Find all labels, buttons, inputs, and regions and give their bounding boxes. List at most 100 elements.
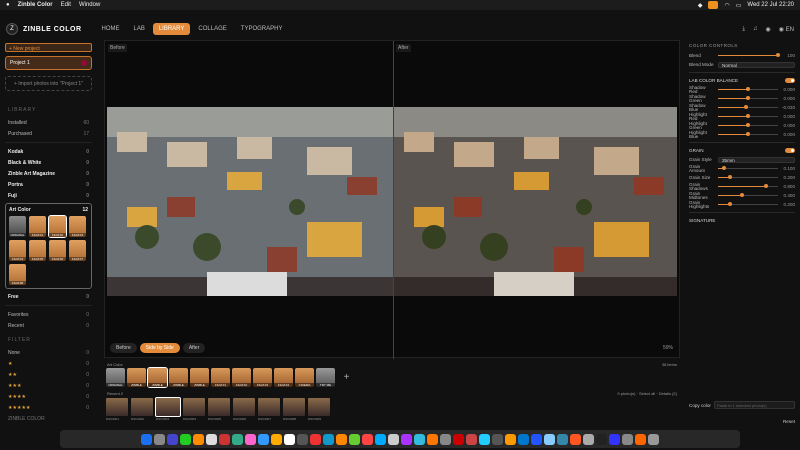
menu-app-name[interactable]: Zinble Color <box>18 2 53 8</box>
preset-item[interactable]: TRY ME <box>316 368 335 387</box>
photo-thumb[interactable]: DSC0003 <box>155 397 181 421</box>
project-card[interactable]: Project 1 <box>5 56 92 70</box>
grain-slider[interactable] <box>718 175 778 179</box>
preset-item[interactable]: ZINBLE <box>169 368 188 387</box>
dock-app-icon[interactable] <box>258 433 269 445</box>
details-link[interactable]: Details (2) <box>659 391 677 396</box>
dock-app-icon[interactable] <box>388 433 399 445</box>
preset-item[interactable]: CINEMA <box>295 368 314 387</box>
slider-knob[interactable] <box>744 105 749 109</box>
preset-thumb[interactable]: FILM 05 <box>29 240 46 261</box>
dock-app-icon[interactable] <box>440 433 451 445</box>
slider-knob[interactable] <box>746 96 750 100</box>
tab-library[interactable]: LIBRARY <box>152 23 191 35</box>
dock-app-icon[interactable] <box>505 433 516 445</box>
image-viewer[interactable]: Before After Before Side by Side After 5… <box>104 40 680 359</box>
preset-thumb[interactable]: FILM 08 <box>9 264 26 285</box>
lab-section-header[interactable]: LAB COLOR BALANCE <box>689 76 795 85</box>
dock-app-icon[interactable] <box>570 433 581 445</box>
project-menu-icon[interactable] <box>81 60 87 66</box>
dock-app-icon[interactable] <box>310 433 321 445</box>
photo-thumb[interactable]: DSC0009 <box>308 398 330 421</box>
paste-color-button[interactable]: Paste in 1 selected photo(s) <box>713 401 795 409</box>
preset-thumb[interactable]: ORIGINAL <box>9 216 26 237</box>
preset-item[interactable]: ZINBLE <box>127 368 146 387</box>
lab-slider[interactable] <box>718 114 778 118</box>
sidebar-group-kodak[interactable]: Kodak 0 <box>0 146 97 157</box>
battery-icon[interactable]: ▭ <box>736 2 742 9</box>
dock-app-icon[interactable] <box>466 433 477 445</box>
reset-button[interactable]: Reset <box>689 419 795 424</box>
dock-app-icon[interactable] <box>362 433 373 445</box>
photo-thumb[interactable]: DSC0006 <box>233 398 255 421</box>
menu-edit[interactable]: Edit <box>61 2 71 8</box>
dock-app-icon[interactable] <box>583 433 594 445</box>
slider-knob[interactable] <box>746 123 750 127</box>
apple-icon[interactable]: ● <box>6 2 10 8</box>
preset-item[interactable]: FILM 04 <box>274 368 293 387</box>
lab-slider[interactable] <box>718 105 778 109</box>
dock-app-icon[interactable] <box>622 433 633 445</box>
dock-app-icon[interactable] <box>427 433 438 445</box>
preset-item[interactable]: ORIGINAL <box>106 368 125 387</box>
grain-toggle[interactable] <box>785 148 795 153</box>
tab-home[interactable]: HOME <box>96 23 126 35</box>
slider-knob[interactable] <box>746 87 750 91</box>
photo-thumb[interactable]: DSC0002 <box>131 398 153 421</box>
lab-toggle[interactable] <box>785 78 795 83</box>
sidebar-item-installed[interactable]: Installed 60 <box>0 117 97 128</box>
sidebar-group-fuji[interactable]: Fuji 0 <box>0 190 97 201</box>
grain-slider[interactable] <box>718 166 778 170</box>
import-photos-button[interactable]: + Import photos into "Project 1" <box>5 76 92 91</box>
filter-2-star[interactable]: ★★ 0 <box>0 369 97 380</box>
photo-thumb[interactable]: DSC0001 <box>106 398 128 421</box>
new-project-button[interactable]: + New project <box>5 43 92 52</box>
dock-app-icon[interactable] <box>284 433 295 445</box>
menu-window[interactable]: Window <box>79 2 100 8</box>
dock-app-icon[interactable] <box>193 433 204 445</box>
status-highlight-icon[interactable] <box>708 1 719 9</box>
view-before-button[interactable]: Before <box>110 343 137 353</box>
lab-slider[interactable] <box>718 123 778 127</box>
slider-knob[interactable] <box>746 132 750 136</box>
dock-app-icon[interactable] <box>154 433 165 445</box>
dock-app-icon[interactable] <box>609 433 620 445</box>
dock-app-icon[interactable] <box>531 433 542 445</box>
dock-app-icon[interactable] <box>167 433 178 445</box>
slider-knob[interactable] <box>728 202 732 206</box>
zoom-level[interactable]: 59% <box>663 345 673 351</box>
photo-thumb[interactable]: DSC0004 <box>183 398 205 421</box>
preset-thumb[interactable]: FILM 04 <box>9 240 26 261</box>
user-icon[interactable]: ◉ <box>766 26 771 33</box>
filter-3-star[interactable]: ★★★ 0 <box>0 380 97 391</box>
dock-app-icon[interactable] <box>596 433 607 445</box>
filter-none[interactable]: None 0 <box>0 347 97 358</box>
add-preset-icon[interactable]: + <box>337 368 356 387</box>
dock-app-icon[interactable] <box>206 433 217 445</box>
dock-app-icon[interactable] <box>401 433 412 445</box>
sidebar-item-favorites[interactable]: Favorites 0 <box>0 309 97 320</box>
dock-app-icon[interactable] <box>414 433 425 445</box>
preset-thumb[interactable]: FILM 01 <box>29 216 46 237</box>
dock-app-icon[interactable] <box>375 433 386 445</box>
photo-thumb[interactable]: DSC0007 <box>258 398 280 421</box>
grain-section-header[interactable]: GRAIN <box>689 146 795 155</box>
compare-divider[interactable] <box>393 41 394 359</box>
preset-item[interactable]: ZINBLE <box>147 367 168 388</box>
slider-knob[interactable] <box>722 166 726 170</box>
filter-4-star[interactable]: ★★★★ 0 <box>0 391 97 402</box>
dock-app-icon[interactable] <box>648 433 659 445</box>
dock-app-icon[interactable] <box>453 433 464 445</box>
menu-clock[interactable]: Wed 22 Jul 22:20 <box>747 2 794 8</box>
sidebar-item-purchased[interactable]: Purchased 17 <box>0 128 97 139</box>
slider-knob[interactable] <box>746 114 750 118</box>
status-icon[interactable]: ◆ <box>698 2 703 9</box>
dock-app-icon[interactable] <box>518 433 529 445</box>
sidebar-group-free[interactable]: Free 0 <box>0 291 97 302</box>
preset-thumb[interactable]: FILM 07 <box>69 240 86 261</box>
dock-app-icon[interactable] <box>635 433 646 445</box>
signature-section-header[interactable]: SIGNATURE <box>689 216 795 225</box>
photo-thumb[interactable]: DSC0008 <box>283 398 305 421</box>
wifi-icon[interactable]: ◠ <box>724 2 729 9</box>
dock-app-icon[interactable] <box>323 433 334 445</box>
